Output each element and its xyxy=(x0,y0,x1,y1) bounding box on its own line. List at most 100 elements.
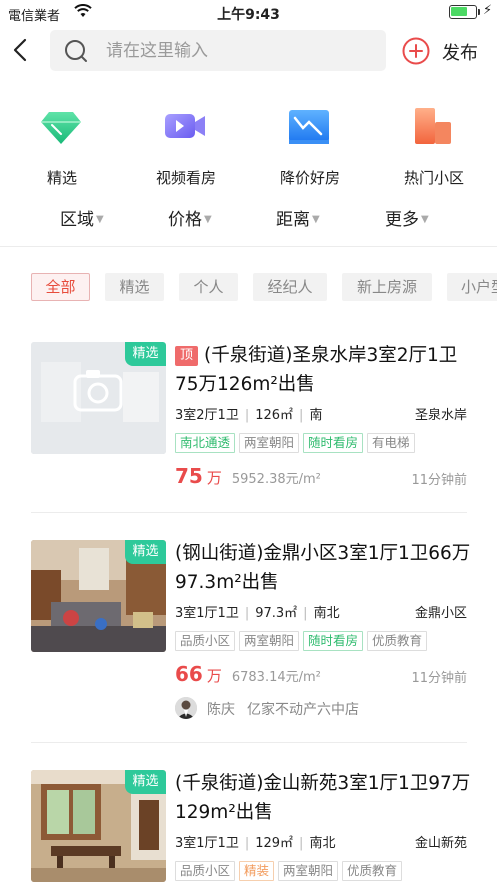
separator: | xyxy=(244,408,250,423)
status-bar: 電信業者 上午9:43 ⚡ xyxy=(0,0,497,26)
filter-price[interactable]: 价格 ▼ xyxy=(168,205,212,235)
charging-icon: ⚡ xyxy=(483,3,493,18)
category-label: 降价好房 xyxy=(279,169,340,187)
area: 126㎡ xyxy=(255,408,294,423)
feature-tag: 优质教育 xyxy=(367,631,428,651)
listing-specs: 3室2厅1卫 | 126㎡ | 南 圣泉水岸 xyxy=(175,404,467,423)
orientation: 南北 xyxy=(313,606,340,621)
feature-tag: 品质小区 xyxy=(175,861,236,881)
category-row: 精选 视频看房 降价好房 热门小区 xyxy=(0,100,497,192)
plus-circle-icon xyxy=(402,37,430,65)
search-input[interactable] xyxy=(106,30,376,71)
chip-featured[interactable]: 精选 xyxy=(105,273,164,301)
time-ago: 11分钟前 xyxy=(411,473,467,488)
separator: | xyxy=(303,606,308,621)
price-unit: 万 xyxy=(206,469,222,487)
listing-tags: 品质小区 精装 两室朝阳 优质教育 xyxy=(175,860,467,882)
divider xyxy=(0,246,497,247)
agent-name: 陈庆 xyxy=(207,702,235,718)
listing-thumbnail: 精选 xyxy=(31,770,166,882)
chip-agent[interactable]: 经纪人 xyxy=(253,273,327,301)
total-price: 75 xyxy=(175,464,203,488)
layout: 3室2厅1卫 xyxy=(175,408,239,423)
caret-down-icon: ▼ xyxy=(312,214,320,225)
filter-distance[interactable]: 距离 ▼ xyxy=(276,205,320,235)
publish-button[interactable]: 发布 xyxy=(402,35,492,67)
filter-area[interactable]: 区域 ▼ xyxy=(60,205,104,235)
category-price-drop[interactable]: 降价好房 xyxy=(248,100,368,192)
listing-title[interactable]: (千泉街道)金山新苑3室1厅1卫97万129m²出售 xyxy=(175,769,471,827)
back-arrow-icon[interactable] xyxy=(8,36,34,64)
category-label: 精选 xyxy=(46,169,77,187)
featured-badge: 精选 xyxy=(125,342,166,366)
price-drop-chart-icon xyxy=(289,110,329,144)
category-featured[interactable]: 精选 xyxy=(0,100,120,192)
unit-price: 6783.14元/m² xyxy=(231,670,321,685)
chip-new-listings[interactable]: 新上房源 xyxy=(342,273,432,301)
search-bar[interactable] xyxy=(50,30,386,71)
listing-tags: 南北通透 两室朝阳 随时看房 有电梯 xyxy=(175,432,467,454)
search-icon xyxy=(65,40,87,62)
divider xyxy=(31,512,467,513)
feature-tag: 两室朝阳 xyxy=(239,433,300,453)
filter-more[interactable]: 更多 ▼ xyxy=(385,205,429,235)
listing-specs: 3室1厅1卫 | 129㎡ | 南北 金山新苑 xyxy=(175,832,467,851)
featured-badge: 精选 xyxy=(125,770,166,794)
price-row: 75 万 5952.38元/m² 11分钟前 xyxy=(175,464,467,490)
feature-tag: 品质小区 xyxy=(175,631,236,651)
feature-tag: 随时看房 xyxy=(303,433,364,453)
buildings-icon xyxy=(415,108,451,144)
unit-price: 5952.38元/m² xyxy=(231,472,321,487)
community-name: 金鼎小区 xyxy=(414,606,467,621)
separator: | xyxy=(244,836,250,851)
filter-label: 距离 xyxy=(276,210,310,230)
listing-title[interactable]: (钢山街道)金鼎小区3室1厅1卫66万97.3m²出售 xyxy=(175,539,471,597)
listing-specs: 3室1厅1卫 | 97.3㎡ | 南北 金鼎小区 xyxy=(175,602,467,621)
feature-tag: 精装 xyxy=(239,861,275,881)
chip-small-units[interactable]: 小户型 xyxy=(447,273,497,301)
separator: | xyxy=(299,408,304,423)
price-row: 66 万 6783.14元/m² 11分钟前 xyxy=(175,662,467,688)
category-label: 热门小区 xyxy=(403,169,464,187)
layout: 3室1厅1卫 xyxy=(175,606,239,621)
feature-tag: 南北通透 xyxy=(175,433,236,453)
feature-tag: 两室朝阳 xyxy=(278,861,339,881)
price-unit: 万 xyxy=(206,667,222,685)
filter-label: 更多 xyxy=(385,210,419,230)
community-name: 金山新苑 xyxy=(414,836,467,851)
listing-tags: 品质小区 两室朝阳 随时看房 优质教育 xyxy=(175,630,467,652)
filter-label: 区域 xyxy=(60,210,94,230)
community-name: 圣泉水岸 xyxy=(414,408,467,423)
orientation: 南 xyxy=(309,408,323,423)
caret-down-icon: ▼ xyxy=(96,214,104,225)
separator: | xyxy=(244,606,250,621)
category-label: 视频看房 xyxy=(155,169,216,187)
area: 97.3㎡ xyxy=(255,606,298,621)
category-hot-community[interactable]: 热门小区 xyxy=(372,100,492,192)
category-video[interactable]: 视频看房 xyxy=(124,100,244,192)
listing-thumbnail: 精选 xyxy=(31,342,166,454)
caret-down-icon: ▼ xyxy=(204,214,212,225)
publish-label: 发布 xyxy=(442,43,478,64)
listing-title[interactable]: 顶 (千泉街道)圣泉水岸3室2厅1卫75万126m²出售 xyxy=(175,341,471,399)
feature-tag: 两室朝阳 xyxy=(239,631,300,651)
chip-individual[interactable]: 个人 xyxy=(179,273,238,301)
listing-thumbnail: 精选 xyxy=(31,540,166,652)
agent-row[interactable]: 陈庆 亿家不动产六中店 xyxy=(175,697,467,719)
video-camera-icon xyxy=(165,114,205,138)
caret-down-icon: ▼ xyxy=(421,214,429,225)
agent-shop: 亿家不动产六中店 xyxy=(247,702,359,718)
divider xyxy=(31,742,467,743)
chip-all[interactable]: 全部 xyxy=(31,273,90,301)
diamond-icon xyxy=(41,112,81,144)
filter-label: 价格 xyxy=(168,210,202,230)
layout: 3室1厅1卫 xyxy=(175,836,239,851)
agent-avatar xyxy=(175,697,197,719)
top-tag: 顶 xyxy=(175,346,199,366)
listing-title-text: (千泉街道)圣泉水岸3室2厅1卫75万126m²出售 xyxy=(175,345,458,395)
separator: | xyxy=(299,836,304,851)
tag-chip-row: 全部 精选 个人 经纪人 新上房源 小户型 xyxy=(0,273,497,303)
clock: 上午9:43 xyxy=(217,7,280,23)
area: 129㎡ xyxy=(255,836,294,851)
orientation: 南北 xyxy=(309,836,336,851)
